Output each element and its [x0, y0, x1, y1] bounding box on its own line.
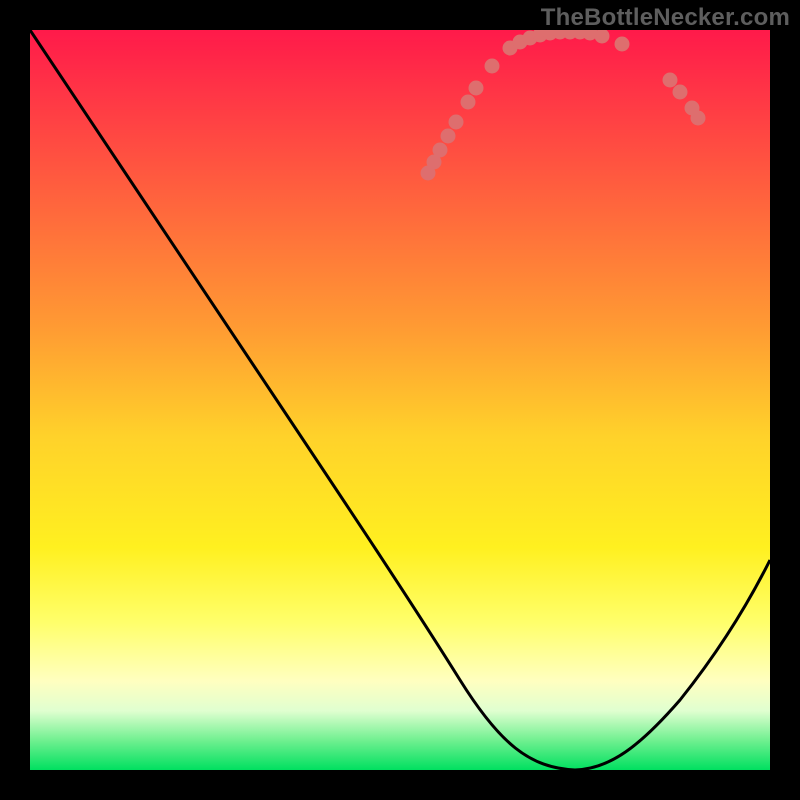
- data-marker: [673, 85, 688, 100]
- chart-frame: TheBottleNecker.com: [0, 0, 800, 800]
- data-marker: [441, 129, 456, 144]
- chart-svg: [30, 30, 770, 770]
- data-marker: [449, 115, 464, 130]
- data-marker: [469, 81, 484, 96]
- data-marker: [595, 30, 610, 44]
- data-marker: [485, 59, 500, 74]
- data-marker: [615, 37, 630, 52]
- marker-group: [421, 30, 706, 181]
- chart-plot-area: [30, 30, 770, 770]
- bottleneck-curve: [30, 30, 770, 770]
- data-marker: [691, 111, 706, 126]
- data-marker: [433, 143, 448, 158]
- watermark-text: TheBottleNecker.com: [541, 4, 790, 32]
- data-marker: [663, 73, 678, 88]
- data-marker: [461, 95, 476, 110]
